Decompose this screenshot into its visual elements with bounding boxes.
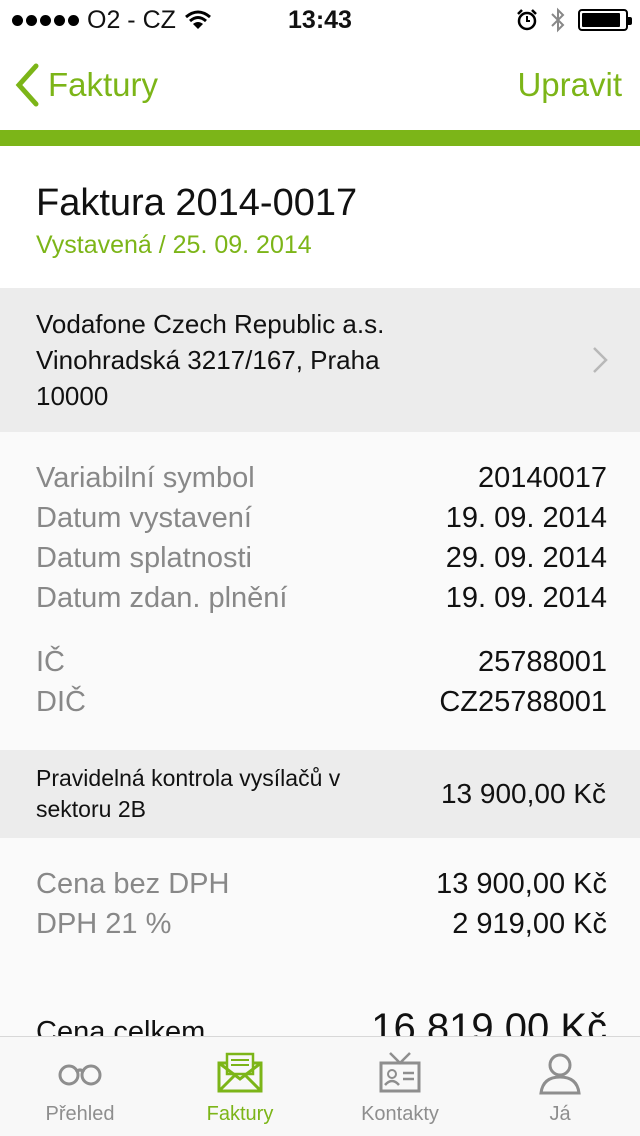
detail-row-due-date: Datum splatnosti 29. 09. 2014	[36, 538, 607, 578]
customer-name: Vodafone Czech Republic a.s.	[36, 309, 385, 339]
bluetooth-icon	[551, 7, 565, 33]
detail-value: 29. 09. 2014	[445, 542, 607, 574]
battery-icon	[578, 9, 632, 31]
line-item[interactable]: Pravidelná kontrola vysílačů v sektoru 2…	[0, 750, 640, 838]
line-item-price: 13 900,00 Kč	[440, 778, 606, 809]
wifi-icon	[184, 10, 211, 29]
envelope-icon	[217, 1052, 263, 1093]
edit-button[interactable]: Upravit	[517, 66, 622, 104]
chevron-right-icon	[593, 347, 608, 373]
customer-address: Vodafone Czech Republic a.s. Vinohradská…	[36, 306, 578, 414]
detail-row-dic: DIČ CZ25788001	[36, 682, 607, 722]
tab-label: Přehled	[45, 1103, 115, 1125]
detail-row-variable-symbol: Variabilní symbol 20140017	[36, 458, 607, 498]
detail-label: Datum zdan. plnění	[36, 582, 288, 614]
signal-strength-icon	[12, 14, 79, 26]
status-right	[516, 7, 632, 33]
invoice-header: Faktura 2014-0017 Vystavená / 25. 09. 20…	[0, 146, 640, 288]
back-button[interactable]: Faktury	[14, 63, 158, 107]
detail-value: 25788001	[477, 646, 607, 678]
contact-card-icon	[379, 1052, 421, 1093]
vat-row: DPH 21 % 2 919,00 Kč	[36, 904, 607, 944]
tab-label: Já	[549, 1103, 571, 1125]
customer-street: Vinohradská 3217/167, Praha	[36, 345, 380, 375]
detail-row-ico: IČ 25788001	[36, 642, 607, 682]
customer-postcode: 10000	[36, 381, 109, 411]
navigation-bar: Faktury Upravit	[0, 40, 640, 130]
net-price-value: 13 900,00 Kč	[436, 868, 607, 900]
detail-value: 19. 09. 2014	[445, 502, 607, 534]
vat-label: DPH 21 %	[36, 908, 172, 940]
address-chevron	[578, 346, 608, 374]
invoice-title: Faktura 2014-0017	[36, 182, 358, 224]
detail-row-tax-date: Datum zdan. plnění 19. 09. 2014	[36, 578, 607, 618]
status-bar: O2 - CZ 13:43	[0, 0, 640, 40]
battery-level	[582, 13, 620, 27]
detail-label: Variabilní symbol	[36, 462, 255, 494]
invoice-details: Variabilní symbol 20140017 Datum vystave…	[0, 432, 640, 750]
chevron-left-icon	[15, 63, 39, 107]
detail-value: 19. 09. 2014	[445, 582, 607, 614]
alarm-icon	[517, 9, 537, 31]
tab-ja[interactable]: Já	[480, 1037, 640, 1136]
detail-label: Datum vystavení	[36, 502, 252, 534]
line-item-name: Pravidelná kontrola vysílačů v sektoru 2…	[36, 765, 341, 822]
net-price-label: Cena bez DPH	[36, 868, 230, 900]
tab-faktury[interactable]: Faktury	[160, 1037, 320, 1136]
vat-value: 2 919,00 Kč	[452, 908, 607, 940]
invoice-status: Vystavená / 25. 09. 2014	[36, 231, 312, 259]
status-left: O2 - CZ	[12, 6, 212, 35]
tab-label: Kontakty	[361, 1103, 439, 1125]
person-icon	[539, 1053, 581, 1095]
tab-prehled[interactable]: Přehled	[0, 1037, 160, 1136]
customer-address-row[interactable]: Vodafone Czech Republic a.s. Vinohradská…	[0, 288, 640, 432]
detail-row-issue-date: Datum vystavení 19. 09. 2014	[36, 498, 607, 538]
glasses-icon	[58, 1064, 102, 1086]
tab-bar: Přehled Faktury Kontakty Já	[0, 1036, 640, 1136]
detail-label: Datum splatnosti	[36, 542, 252, 574]
carrier-name: O2 - CZ	[87, 5, 176, 34]
accent-divider	[0, 130, 640, 146]
tab-kontakty[interactable]: Kontakty	[320, 1037, 480, 1136]
invoice-totals: Cena bez DPH 13 900,00 Kč DPH 21 % 2 919…	[0, 838, 640, 1050]
detail-label: DIČ	[36, 686, 86, 718]
net-price-row: Cena bez DPH 13 900,00 Kč	[36, 864, 607, 904]
detail-value: 20140017	[477, 462, 607, 494]
back-button-label: Faktury	[48, 66, 159, 103]
detail-value: CZ25788001	[439, 686, 607, 718]
detail-label: IČ	[36, 646, 65, 678]
tab-label: Faktury	[206, 1103, 274, 1125]
